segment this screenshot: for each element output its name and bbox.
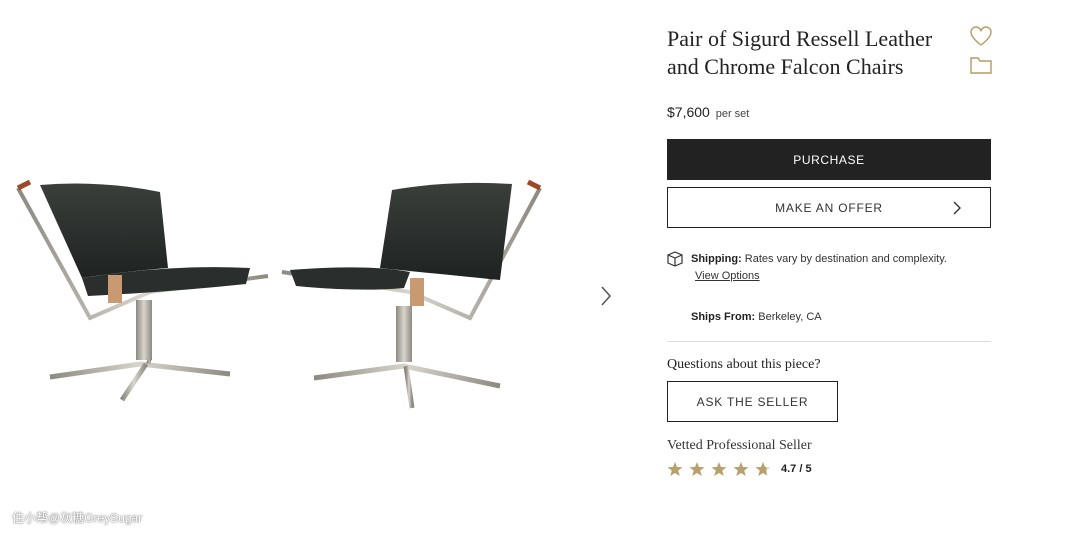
favorite-button[interactable] — [969, 25, 993, 47]
chair-right — [281, 179, 542, 409]
price: $7,600 per set — [667, 104, 749, 120]
star-icon — [755, 462, 771, 476]
divider — [667, 341, 991, 342]
star-icon — [689, 462, 705, 476]
chevron-right-icon — [953, 201, 961, 215]
purchase-button[interactable]: PURCHASE — [667, 139, 991, 180]
chevron-right-icon — [601, 286, 612, 306]
ships-from-label: Ships From: — [691, 311, 756, 323]
product-detail-panel: Pair of Sigurd Ressell Leather and Chrom… — [667, 0, 992, 540]
shipping-info: Shipping: Rates vary by destination and … — [691, 253, 947, 265]
product-image-gallery: 住小帮@灰糖GreySugar — [0, 0, 640, 540]
product-title: Pair of Sigurd Ressell Leather and Chrom… — [667, 26, 933, 79]
star-icon — [667, 462, 683, 476]
price-unit: per set — [715, 108, 750, 120]
save-to-folder-button[interactable] — [969, 55, 993, 75]
package-icon — [667, 251, 683, 267]
seller-badge: Vetted Professional Seller — [667, 438, 812, 453]
next-image-button[interactable] — [595, 281, 617, 311]
ships-from: Ships From: Berkeley, CA — [691, 311, 822, 323]
view-shipping-options-link[interactable]: View Options — [695, 270, 760, 282]
folder-outline-icon — [970, 57, 992, 74]
star-icon — [733, 462, 749, 476]
watermark: 住小帮@灰糖GreySugar — [12, 511, 143, 525]
shipping-text: Rates vary by destination and complexity… — [744, 253, 947, 265]
questions-heading: Questions about this piece? — [667, 357, 821, 372]
make-offer-label: MAKE AN OFFER — [775, 200, 883, 215]
product-photo[interactable] — [0, 160, 560, 410]
rating-text: 4.7 / 5 — [781, 463, 812, 475]
ships-from-value: Berkeley, CA — [758, 311, 822, 323]
ask-seller-button[interactable]: ASK THE SELLER — [667, 381, 838, 422]
price-amount: $7,600 — [667, 104, 710, 120]
make-offer-button[interactable]: MAKE AN OFFER — [667, 187, 991, 228]
shipping-label: Shipping: — [691, 253, 742, 265]
seller-rating: 4.7 / 5 — [667, 461, 812, 477]
heart-outline-icon — [970, 26, 992, 46]
chair-left — [16, 179, 269, 402]
star-icon — [711, 462, 727, 476]
